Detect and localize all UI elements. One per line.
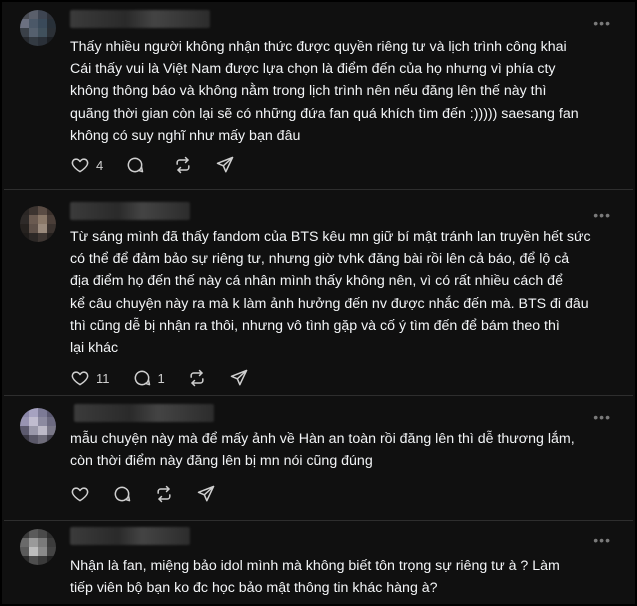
share-icon <box>216 156 234 173</box>
post-3: ••• mẫu chuyện này mà để mấy ảnh về Hàn … <box>4 396 633 521</box>
post-4: ••• Nhận là fan, miệng bảo idol mình mà … <box>4 521 633 604</box>
username-redacted[interactable] <box>74 404 214 422</box>
repost-icon <box>157 485 171 503</box>
like-button[interactable]: 4 <box>70 155 103 175</box>
post-actions <box>70 482 216 506</box>
heart-icon <box>71 487 89 502</box>
post-actions: 11 1 <box>70 366 249 390</box>
thread-feed: ••• Thấy nhiều người không nhận thức đượ… <box>0 0 637 606</box>
avatar[interactable] <box>20 10 56 46</box>
more-icon[interactable]: ••• <box>593 16 611 30</box>
repost-button[interactable] <box>173 155 193 175</box>
repost-icon <box>176 156 190 174</box>
repost-button[interactable] <box>187 368 207 388</box>
post-text: Thấy nhiều người không nhận thức được qu… <box>70 39 579 144</box>
username-redacted[interactable] <box>70 10 210 28</box>
share-icon <box>197 485 215 502</box>
avatar[interactable] <box>20 408 56 444</box>
share-icon <box>230 369 247 386</box>
comment-count: 1 <box>157 370 165 386</box>
share-button[interactable] <box>229 368 249 388</box>
comment-icon <box>127 157 144 173</box>
share-button[interactable] <box>215 155 235 175</box>
more-icon[interactable]: ••• <box>593 533 611 547</box>
like-button[interactable] <box>70 484 90 504</box>
post-2: ••• Từ sáng mình đã thấy fandom của BTS … <box>4 190 633 396</box>
repost-icon <box>190 369 204 387</box>
like-count: 11 <box>96 370 110 386</box>
post-text: Từ sáng mình đã thấy fandom của BTS kêu … <box>70 229 591 357</box>
post-actions: 4 <box>70 153 235 177</box>
share-button[interactable] <box>196 484 216 504</box>
avatar[interactable] <box>20 529 56 565</box>
comment-button[interactable] <box>112 484 132 504</box>
post-1: ••• Thấy nhiều người không nhận thức đượ… <box>4 4 633 190</box>
comment-icon <box>134 370 150 386</box>
username-redacted[interactable] <box>70 527 190 545</box>
avatar[interactable] <box>20 206 56 242</box>
post-text: mẫu chuyện này mà để mấy ảnh về Hàn an t… <box>70 431 575 470</box>
more-icon[interactable]: ••• <box>593 410 611 424</box>
username-redacted[interactable] <box>70 202 190 220</box>
comment-button[interactable] <box>125 155 151 175</box>
post-text: Nhận là fan, miệng bảo idol mình mà khôn… <box>70 558 560 597</box>
more-icon[interactable]: ••• <box>593 208 611 222</box>
repost-button[interactable] <box>154 484 174 504</box>
like-count: 4 <box>96 157 104 173</box>
comment-button[interactable]: 1 <box>132 368 165 388</box>
like-button[interactable]: 11 <box>70 368 110 388</box>
heart-icon <box>71 158 89 173</box>
comment-icon <box>114 486 131 502</box>
heart-icon <box>71 371 89 386</box>
